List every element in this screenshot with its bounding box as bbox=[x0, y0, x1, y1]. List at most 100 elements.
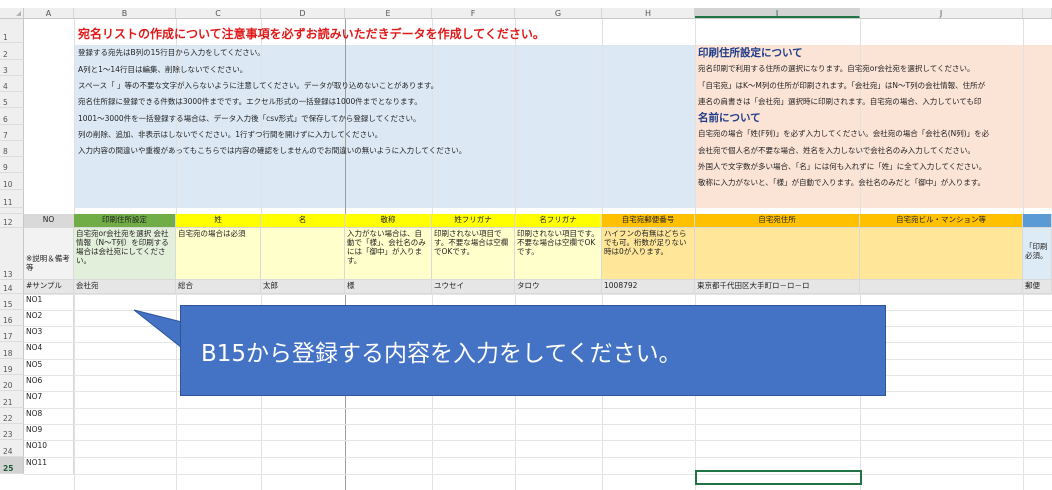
row-header[interactable]: 23 bbox=[0, 424, 24, 440]
sample-first-name-kana[interactable]: タロウ bbox=[515, 280, 602, 294]
header-k-partial[interactable] bbox=[1023, 214, 1052, 228]
row-header[interactable]: 6 bbox=[0, 108, 24, 125]
row-number-cell[interactable]: NO10 bbox=[24, 440, 74, 457]
sheet-title: 宛名リストの作成について注意事項を必ずお読みいただきデータを作成してください。 bbox=[78, 27, 545, 41]
select-all-button[interactable] bbox=[0, 8, 24, 19]
row-header[interactable]: 21 bbox=[0, 391, 24, 408]
side-heading: 印刷住所設定について bbox=[698, 47, 803, 59]
note-line: 入力内容の間違いや重複があってもこちらでは内容の確認をしませんのでお間違いの無い… bbox=[78, 146, 467, 155]
column-header-c[interactable]: C bbox=[176, 8, 261, 18]
column-header-a[interactable]: A bbox=[24, 8, 74, 18]
row-header[interactable]: 14 bbox=[0, 280, 24, 294]
row-header[interactable]: 1 bbox=[0, 19, 24, 43]
row-number-cell[interactable]: NO7 bbox=[24, 391, 74, 408]
column-header-j[interactable]: J bbox=[860, 8, 1023, 18]
sample-address[interactable]: 東京都千代田区大手町ロ－ロ－ロ bbox=[695, 280, 860, 294]
side-line: 「自宅宛」はK〜M列の住所が印刷されます。「会社宛」はN〜T列の会社情報、住所が bbox=[698, 81, 986, 90]
column-header-k[interactable] bbox=[1023, 8, 1052, 18]
row-header[interactable]: 18 bbox=[0, 342, 24, 359]
side-line: 連名の肩書きは「会社宛」選択時に印刷されます。自宅宛の場合、入力していても印 bbox=[698, 97, 982, 106]
row-header[interactable]: 22 bbox=[0, 408, 24, 424]
row-header[interactable]: 17 bbox=[0, 326, 24, 342]
note-line: 登録する宛先はB列の15行目から入力をしてください。 bbox=[78, 48, 265, 57]
column-header-f[interactable]: F bbox=[432, 8, 515, 18]
side-line: 敬称に入力がないと、「様」が自動で入ります。会社名のみだと「御中」が入ります。 bbox=[698, 178, 985, 187]
side-heading: 名前について bbox=[698, 112, 761, 124]
desc-k-partial[interactable]: 「印刷 必須。 bbox=[1023, 228, 1052, 280]
desc-last-name[interactable]: 自宅宛の場合は必須 bbox=[176, 228, 261, 280]
header-no[interactable]: NO bbox=[24, 214, 74, 228]
desc-print-address[interactable]: 自宅宛or会社宛を選択 会社情報（N〜T列）を印刷する場合は会社宛にしてください… bbox=[74, 228, 176, 280]
row-number-cell[interactable]: NO3 bbox=[24, 326, 74, 342]
sample-print-address[interactable]: 会社宛 bbox=[74, 280, 176, 294]
header-print-address[interactable]: 印刷住所設定 bbox=[74, 214, 176, 228]
desc-postal-code[interactable]: ハイフンの有無はどちらでも可。桁数が足りない時は0が入ります。 bbox=[602, 228, 695, 280]
row-number-cell[interactable]: NO11 bbox=[24, 457, 74, 474]
row-header[interactable]: 15 bbox=[0, 294, 24, 310]
row-number-cell[interactable]: NO1 bbox=[24, 294, 74, 310]
row-header[interactable]: 7 bbox=[0, 125, 24, 141]
desc-first-name[interactable] bbox=[261, 228, 345, 280]
side-line: 宛名印刷で利用する住所の選択になります。自宅宛or会社宛を選択してください。 bbox=[698, 64, 975, 73]
desc-last-name-kana[interactable]: 印刷されない項目です。不要な場合は空欄でOKです。 bbox=[432, 228, 515, 280]
desc-no[interactable]: ※説明＆備考等 bbox=[24, 228, 74, 280]
active-cell-selection[interactable] bbox=[695, 470, 862, 485]
row-header[interactable]: 5 bbox=[0, 92, 24, 108]
row-header[interactable]: 24 bbox=[0, 440, 24, 457]
sample-honorific[interactable]: 様 bbox=[345, 280, 432, 294]
row-header-selected[interactable]: 25 bbox=[0, 457, 24, 474]
row-header[interactable]: 2 bbox=[0, 43, 24, 60]
row-number-cell[interactable]: NO6 bbox=[24, 375, 74, 391]
desc-building[interactable] bbox=[860, 228, 1023, 280]
sample-first-name[interactable]: 太郎 bbox=[261, 280, 345, 294]
row-header[interactable]: 20 bbox=[0, 375, 24, 391]
header-address[interactable]: 自宅宛住所 bbox=[695, 214, 860, 228]
note-line: スペース「 」等の不要な文字が入らないように注意してください。データが取り込めな… bbox=[78, 81, 439, 90]
row-header[interactable]: 8 bbox=[0, 141, 24, 157]
column-headers: A B C D E F G H I J bbox=[24, 8, 1052, 19]
sample-k-partial[interactable]: 郵便 bbox=[1023, 280, 1052, 294]
column-header-b[interactable]: B bbox=[74, 8, 176, 18]
row-header[interactable]: 19 bbox=[0, 359, 24, 375]
sample-last-name-kana[interactable]: ユウセイ bbox=[432, 280, 515, 294]
callout-text: B15から登録する内容を入力をしてください。 bbox=[201, 340, 682, 367]
header-last-name[interactable]: 姓 bbox=[176, 214, 261, 228]
row-number-cell[interactable]: NO5 bbox=[24, 359, 74, 375]
column-header-d[interactable]: D bbox=[261, 8, 345, 18]
row-header[interactable]: 10 bbox=[0, 173, 24, 190]
note-line: 宛名住所録に登録できる件数は3000件までです。エクセル形式の一括登録は1000… bbox=[78, 97, 422, 106]
sample-label[interactable]: #サンプル bbox=[24, 280, 74, 294]
row-number-cell[interactable]: NO4 bbox=[24, 342, 74, 359]
column-header-e[interactable]: E bbox=[345, 8, 432, 18]
column-header-g[interactable]: G bbox=[515, 8, 602, 18]
note-line: A列と1〜14行目は編集、削除しないでください。 bbox=[78, 65, 248, 74]
row-header[interactable]: 13 bbox=[0, 228, 24, 280]
row-number-cell[interactable]: NO8 bbox=[24, 408, 74, 424]
column-header-h[interactable]: H bbox=[602, 8, 695, 18]
side-line: 自宅宛の場合「姓(F列)」を必ず入力してください。会社宛の場合「会社名(N列)」… bbox=[698, 129, 990, 138]
header-first-name-kana[interactable]: 名フリガナ bbox=[515, 214, 602, 228]
note-line: 1001〜3000件を一括登録する場合は、データ入力後「csv形式」で保存してか… bbox=[78, 114, 421, 123]
sample-building[interactable] bbox=[860, 280, 1023, 294]
sample-last-name[interactable]: 総合 bbox=[176, 280, 261, 294]
header-honorific[interactable]: 敬称 bbox=[345, 214, 432, 228]
desc-address[interactable] bbox=[695, 228, 860, 280]
row-number-cell[interactable]: NO2 bbox=[24, 310, 74, 326]
header-building[interactable]: 自宅宛ビル・マンション等 bbox=[860, 214, 1023, 228]
sample-postal-code[interactable]: 1008792 bbox=[602, 280, 695, 294]
side-line: 外国人で文字数が多い場合、「名」には何も入れずに「姓」に全て入力してください。 bbox=[698, 162, 987, 171]
column-header-i[interactable]: I bbox=[695, 8, 860, 18]
header-last-name-kana[interactable]: 姓フリガナ bbox=[432, 214, 515, 228]
row-header[interactable]: 12 bbox=[0, 214, 24, 228]
row-number-cell[interactable]: NO9 bbox=[24, 424, 74, 440]
row-header[interactable]: 4 bbox=[0, 76, 24, 92]
side-line: 会社宛で個人名が不要な場合、姓名を入力しないで会社名のみ入力してください。 bbox=[698, 146, 975, 155]
desc-first-name-kana[interactable]: 印刷されない項目です。不要な場合は空欄でOKです。 bbox=[515, 228, 602, 280]
row-header[interactable]: 16 bbox=[0, 310, 24, 326]
desc-honorific[interactable]: 入力がない場合は、自動で「様」、会社名のみには「御中」が入ります。 bbox=[345, 228, 432, 280]
row-header[interactable]: 11 bbox=[0, 190, 24, 208]
header-first-name[interactable]: 名 bbox=[261, 214, 345, 228]
row-header[interactable]: 3 bbox=[0, 60, 24, 76]
row-header[interactable]: 9 bbox=[0, 157, 24, 173]
header-postal-code[interactable]: 自宅宛郵便番号 bbox=[602, 214, 695, 228]
